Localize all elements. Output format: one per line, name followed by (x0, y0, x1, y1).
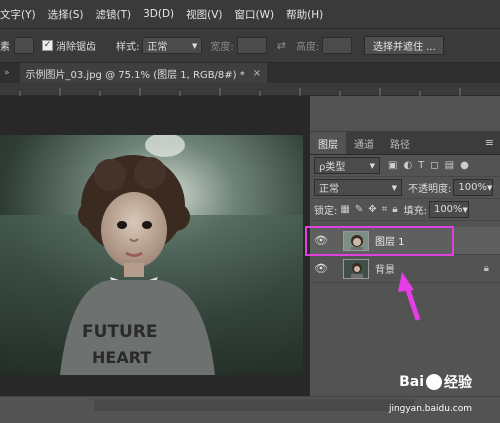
lock-label: 锁定: (314, 206, 338, 217)
chevron-down-icon: ▼ (391, 183, 397, 192)
menu-bar: 文字(Y) 选择(S) 滤镜(T) 3D(D) 视图(V) 窗口(W) 帮助(H… (0, 0, 500, 28)
document-tab-title: 示例图片_03.jpg @ 75.1% (图层 1, RGB/8#) * (25, 69, 245, 81)
chevron-down-icon: ▼ (486, 183, 493, 192)
tab-layers[interactable]: 图层 (310, 132, 346, 154)
lock-position-icon[interactable]: ✥ (368, 204, 376, 215)
opacity-value: 100% (458, 182, 487, 193)
highlight-box (305, 226, 454, 256)
menu-item-3d[interactable]: 3D(D) (143, 8, 174, 20)
visibility-eye-icon[interactable]: 👁︎ (313, 262, 329, 275)
layer-kind-label: ρ类型 (319, 162, 346, 173)
lock-row: 锁定: ▦ ✎ ✥ ⌗ 🔒︎ 填充: 100% ▼ (310, 199, 500, 221)
scroll-strip (94, 399, 414, 411)
chevron-down-icon: ▼ (369, 161, 375, 170)
layer-thumbnail-image (344, 259, 368, 278)
options-bar: 素 ✓ 消除锯齿 样式: 正常 ▼ 宽度: ⇄ 高度: 选择并遮住 ... (0, 28, 500, 63)
chevron-down-icon: ▼ (191, 41, 198, 50)
filter-row: ρ类型 ▼ ▣ ◐ T ◻ ▤ ● (310, 155, 500, 177)
style-value: 正常 (147, 42, 168, 53)
opacity-label: 不透明度: (408, 184, 452, 195)
lock-icon: 🔒︎ (483, 263, 489, 274)
ruler-ticks (19, 88, 461, 96)
tab-channels-label: 通道 (354, 139, 374, 151)
menu-item-type[interactable]: 文字(Y) (0, 7, 36, 22)
height-label: 高度: (295, 42, 320, 53)
select-and-mask-button[interactable]: 选择并遮住 ... (364, 36, 445, 55)
close-icon[interactable]: × (253, 68, 261, 79)
collapse-arrows-icon[interactable]: » (4, 68, 10, 78)
blend-row: 正常 ▼ 不透明度: 100% ▼ (310, 177, 500, 199)
baidu-watermark: Bai 经验 (399, 372, 472, 392)
width-label: 宽度: (210, 42, 234, 53)
lock-artboard-icon[interactable]: ⌗ (382, 204, 388, 215)
opacity-input[interactable]: 100% ▼ (453, 179, 494, 196)
anti-alias-label: 消除锯齿 (56, 42, 96, 53)
panel-menu-icon[interactable]: ≡ (485, 136, 494, 149)
blend-mode-value: 正常 (319, 184, 339, 195)
document-canvas-image[interactable]: FUTURE HEART (0, 135, 303, 375)
menu-item-help[interactable]: 帮助(H) (286, 7, 323, 22)
menu-item-window[interactable]: 窗口(W) (235, 7, 275, 22)
filter-toggle-icon[interactable]: ● (460, 160, 469, 171)
menu-item-view[interactable]: 视图(V) (186, 7, 222, 22)
filter-type-icon[interactable]: T (418, 160, 424, 171)
swap-icon[interactable]: ⇄ (277, 39, 286, 52)
panel-tabs: 图层 通道 路径 ≡ (310, 131, 500, 155)
fill-value: 100% (433, 204, 463, 215)
feather-input[interactable] (14, 37, 34, 54)
menu-item-select[interactable]: 选择(S) (48, 7, 84, 22)
tab-paths[interactable]: 路径 (382, 132, 418, 154)
menu-item-filter[interactable]: 滤镜(T) (95, 7, 131, 22)
child-photo: FUTURE HEART (0, 135, 303, 375)
tab-paths-label: 路径 (390, 139, 410, 151)
lock-image-icon[interactable]: ✎ (355, 204, 363, 215)
layer-name[interactable]: 背景 (375, 261, 395, 276)
style-select[interactable]: 正常 ▼ (142, 37, 203, 54)
paw-icon (426, 374, 442, 390)
layer-kind-select[interactable]: ρ类型 ▼ (314, 157, 380, 174)
document-tab-bar: » 示例图片_03.jpg @ 75.1% (图层 1, RGB/8#) * × (0, 63, 500, 83)
fill-input[interactable]: 100% ▼ (428, 201, 469, 218)
watermark-brand2: 经验 (444, 375, 472, 391)
filter-smart-icon[interactable]: ▤ (445, 160, 454, 171)
height-input[interactable] (322, 37, 353, 54)
layers-panel: 图层 通道 路径 ≡ ρ类型 ▼ ▣ ◐ T ◻ ▤ ● 正常 ▼ 不透明度: … (309, 131, 500, 396)
select-and-mask-label: 选择并遮住 ... (372, 42, 436, 53)
chevron-down-icon: ▼ (462, 205, 468, 214)
lock-transparent-icon[interactable]: ▦ (340, 204, 349, 215)
document-tab[interactable]: 示例图片_03.jpg @ 75.1% (图层 1, RGB/8#) * × (19, 63, 268, 83)
layer-row-background[interactable]: 👁︎ 背景 🔒︎ (310, 255, 500, 283)
fill-label: 填充: (403, 206, 427, 217)
layer-thumbnail (343, 258, 369, 279)
style-label: 样式: (116, 42, 140, 53)
filter-shape-icon[interactable]: ◻ (430, 160, 438, 171)
tab-layers-label: 图层 (318, 139, 338, 151)
watermark-url: jingyan.baidu.com (388, 404, 472, 414)
shirt-text-future: FUTURE (82, 322, 158, 342)
anti-alias-checkbox[interactable]: ✓ (42, 40, 53, 51)
filter-pixel-icon[interactable]: ▣ (388, 160, 397, 171)
tab-channels[interactable]: 通道 (346, 132, 382, 154)
lock-all-icon[interactable]: 🔒︎ (392, 204, 397, 215)
feather-label: 素 (0, 42, 10, 53)
watermark-brand: Bai (399, 374, 424, 390)
horizontal-ruler (0, 83, 500, 96)
shirt-text-heart: HEART (92, 348, 151, 367)
width-input[interactable] (236, 37, 267, 54)
filter-adjust-icon[interactable]: ◐ (403, 160, 412, 171)
blend-mode-select[interactable]: 正常 ▼ (314, 179, 402, 196)
